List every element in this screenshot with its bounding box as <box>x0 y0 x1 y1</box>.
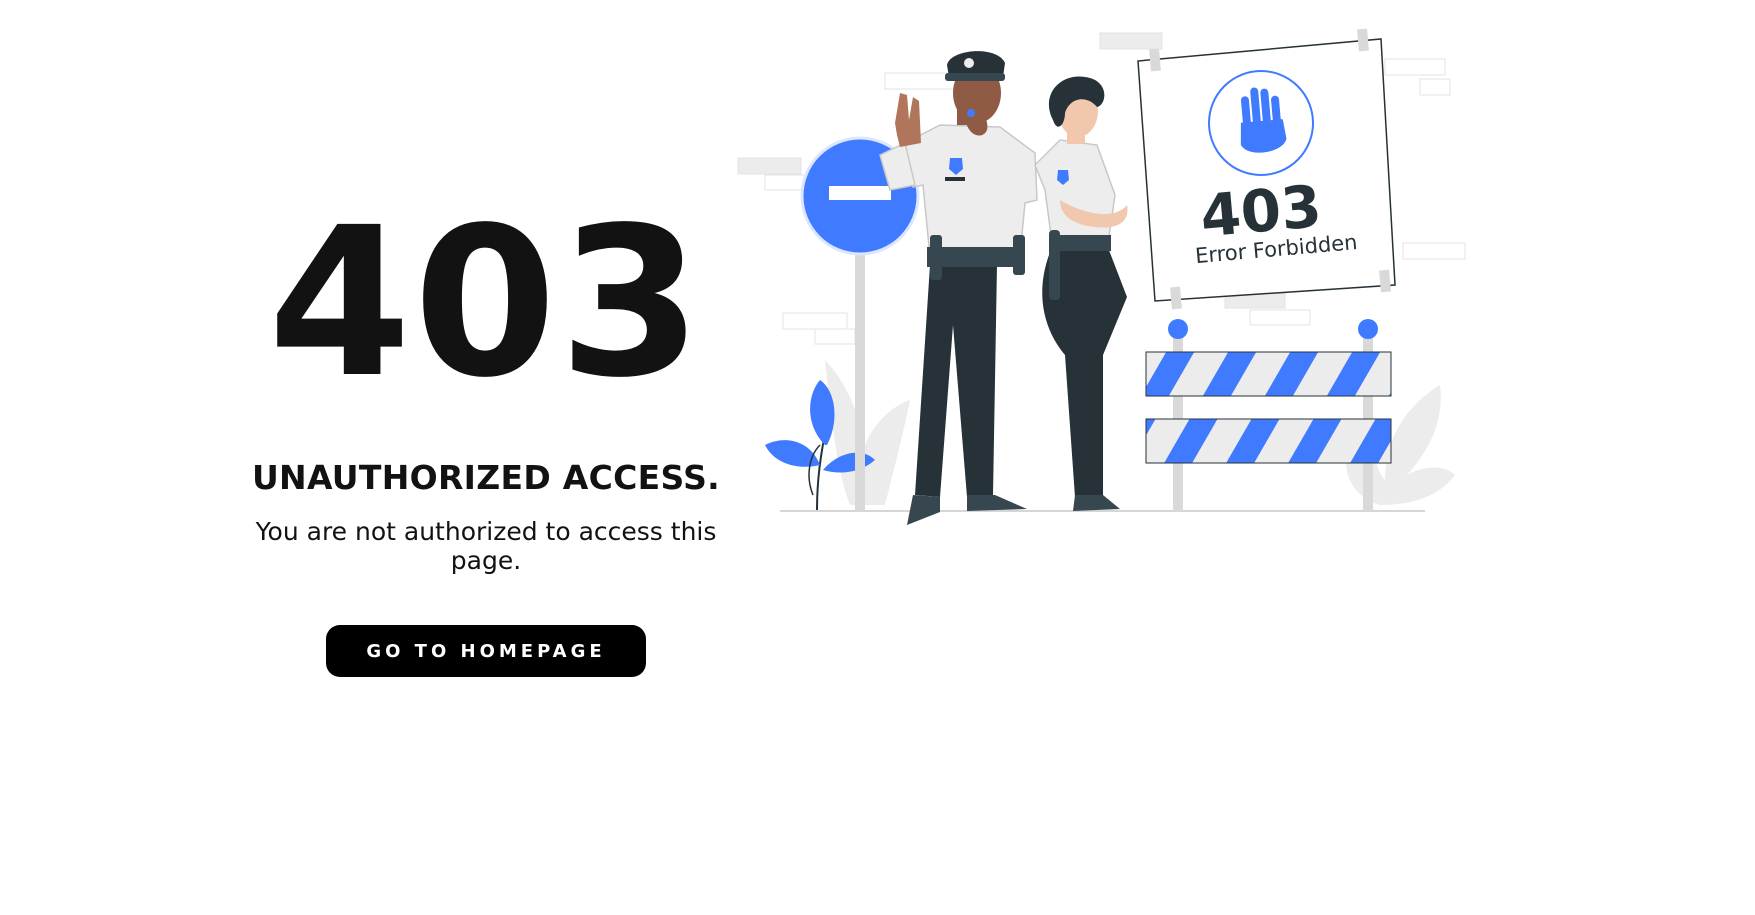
male-officer-figure <box>879 51 1038 525</box>
error-headline: UNAUTHORIZED ACCESS. <box>251 458 721 497</box>
female-officer-figure <box>1034 76 1128 511</box>
forbidden-sign-board: 403 Error Forbidden <box>1137 28 1396 310</box>
go-to-homepage-button[interactable]: GO TO HOMEPAGE <box>326 625 646 677</box>
police-403-illustration: 403 Error Forbidden <box>735 25 1475 535</box>
error-content: 403 UNAUTHORIZED ACCESS. You are not aut… <box>235 200 737 677</box>
error-message: You are not authorized to access this pa… <box>255 517 717 575</box>
no-entry-sign-icon <box>800 136 920 511</box>
error-page: 403 UNAUTHORIZED ACCESS. You are not aut… <box>0 0 1755 915</box>
error-code: 403 <box>267 183 704 423</box>
